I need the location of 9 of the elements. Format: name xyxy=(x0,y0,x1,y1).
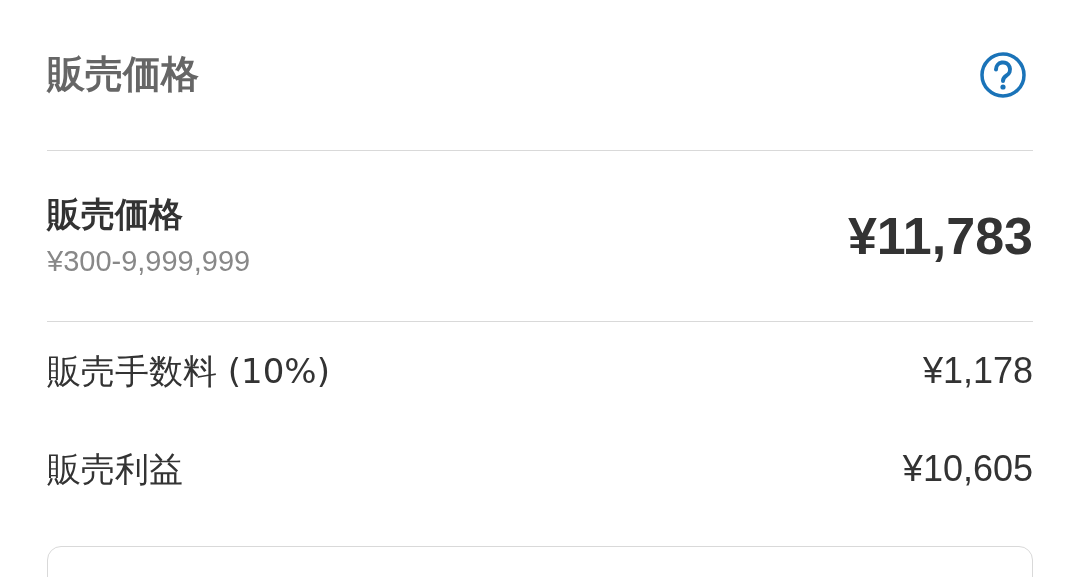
fee-value: ¥1,178 xyxy=(922,349,1033,393)
fee-value: ¥10,605 xyxy=(902,447,1033,491)
price-label: 販売価格 xyxy=(47,192,184,236)
fee-label: 販売利益 xyxy=(47,447,183,491)
fee-label: 販売手数料 (10%) xyxy=(47,349,330,393)
section-title: 販売価格 xyxy=(47,50,199,98)
price-value[interactable]: ¥11,783 xyxy=(847,197,1033,275)
help-icon[interactable] xyxy=(979,51,1027,99)
price-range: ¥300-9,999,999 xyxy=(47,243,251,279)
